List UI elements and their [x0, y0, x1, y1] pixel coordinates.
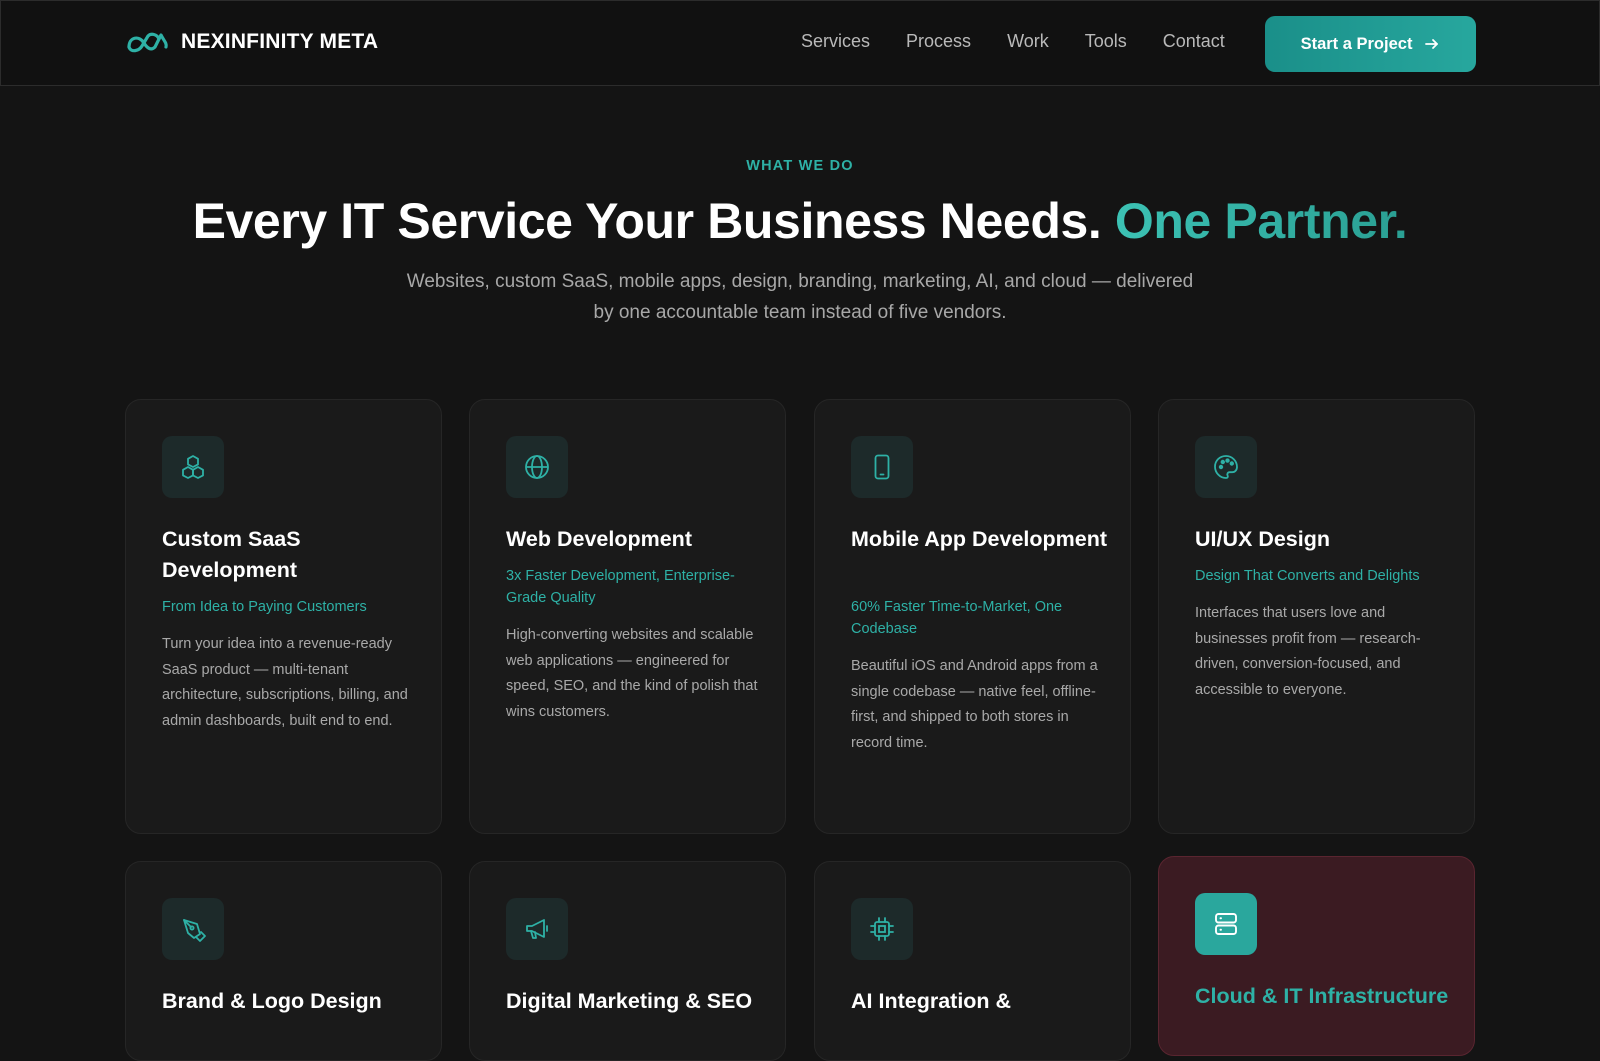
service-icon-box: [506, 898, 568, 960]
infinity-logo-icon: [127, 32, 168, 53]
service-title: Cloud & IT Infrastructure: [1195, 984, 1449, 1008]
service-description: Turn your idea into a revenue-ready SaaS…: [162, 636, 408, 729]
service-title: UI/UX Design: [1195, 527, 1330, 551]
palette-icon: [1214, 455, 1238, 479]
section-eyebrow: WHAT WE DO: [746, 158, 854, 174]
start-project-button[interactable]: Start a Project: [1265, 16, 1476, 72]
nav-link-contact[interactable]: Contact: [1163, 31, 1225, 52]
service-title: Web Development: [506, 527, 692, 551]
brand-name: NEXINFINITY META: [181, 30, 379, 53]
service-card-web-development[interactable]: Web Development 3x Faster Development, E…: [469, 399, 786, 834]
nav-link-process[interactable]: Process: [906, 31, 971, 52]
headline-main: Every IT Service Your Business Needs.: [192, 193, 1115, 249]
service-title: Mobile App Development: [851, 527, 1108, 551]
service-card-mobile-app[interactable]: Mobile App Development 60% Faster Time-t…: [814, 399, 1131, 834]
arrow-right-icon: [1425, 39, 1439, 49]
cpu-chip-icon: [870, 917, 894, 941]
service-tagline: 60% Faster Time-to-Market, One Codebase: [851, 599, 1063, 637]
service-card-ui-ux-design[interactable]: UI/UX Design Design That Converts and De…: [1158, 399, 1475, 834]
main-nav: Services Process Work Tools Contact: [801, 31, 1225, 52]
globe-icon: [525, 455, 549, 479]
megaphone-icon: [526, 919, 548, 939]
service-title: Custom SaaS Development: [162, 527, 301, 582]
service-description: Interfaces that users love and businesse…: [1195, 605, 1421, 698]
section-subhead: Websites, custom SaaS, mobile apps, desi…: [406, 271, 1194, 323]
service-tagline: 3x Faster Development, Enterprise-Grade …: [506, 568, 735, 606]
service-card-cloud-infrastructure[interactable]: Cloud & IT Infrastructure: [1158, 856, 1475, 1056]
service-icon-box: [162, 898, 224, 960]
service-tagline: Design That Converts and Delights: [1195, 568, 1420, 584]
cubes-icon: [182, 455, 204, 479]
nav-link-work[interactable]: Work: [1007, 31, 1049, 52]
pen-tool-icon: [183, 919, 206, 942]
service-icon-box: [1195, 436, 1257, 498]
site-header: NEXINFINITY META Services Process Work T…: [0, 0, 1600, 86]
service-icon-box: [506, 436, 568, 498]
service-icon-box: [162, 436, 224, 498]
service-card-ai-integration[interactable]: AI Integration &: [814, 861, 1131, 1061]
headline-accent: One Partner.: [1114, 193, 1408, 249]
service-description: High-converting websites and scalable we…: [506, 627, 758, 720]
service-icon-box: [1195, 893, 1257, 955]
service-description: Beautiful iOS and Android apps from a si…: [851, 658, 1098, 751]
service-tagline: From Idea to Paying Customers: [162, 599, 367, 615]
tablet-icon: [874, 454, 890, 480]
server-icon: [1215, 913, 1237, 935]
service-title: Brand & Logo Design: [162, 989, 382, 1013]
section-headline: Every IT Service Your Business Needs. On…: [0, 192, 1600, 250]
service-card-custom-saas[interactable]: Custom SaaS Development From Idea to Pay…: [125, 399, 442, 834]
nav-link-tools[interactable]: Tools: [1085, 31, 1127, 52]
start-project-label: Start a Project: [1300, 34, 1413, 53]
service-card-brand-logo[interactable]: Brand & Logo Design: [125, 861, 442, 1061]
brand-logo-link[interactable]: NEXINFINITY META: [125, 27, 378, 57]
nav-link-services[interactable]: Services: [801, 31, 870, 52]
service-title: Digital Marketing & SEO: [506, 989, 753, 1013]
service-icon-box: [851, 436, 913, 498]
service-title: AI Integration &: [851, 989, 1012, 1013]
service-icon-box: [851, 898, 913, 960]
service-card-digital-marketing[interactable]: Digital Marketing & SEO: [469, 861, 786, 1061]
